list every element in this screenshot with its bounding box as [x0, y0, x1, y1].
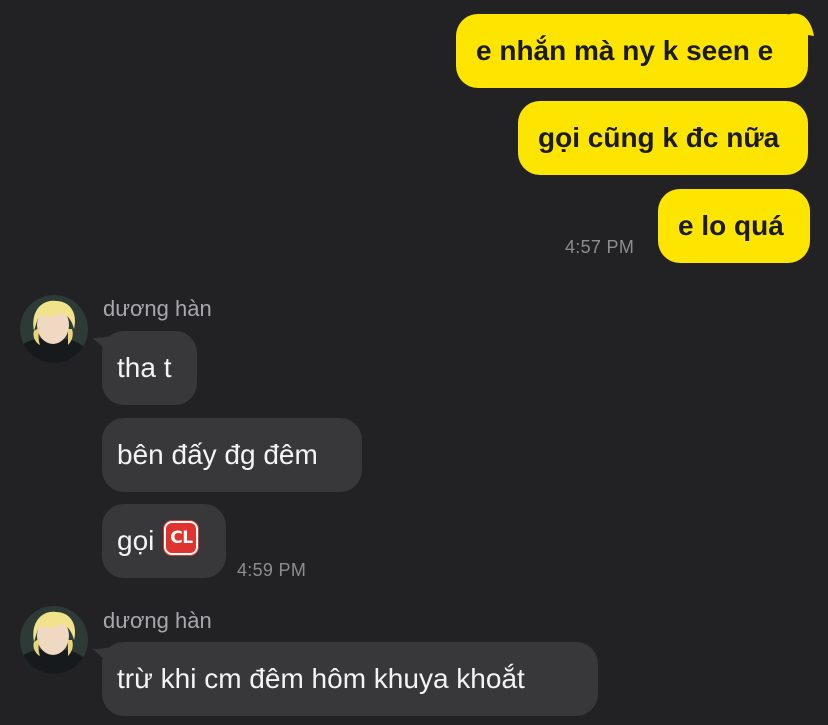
message-text: gọi cũng k đc nữa [538, 122, 780, 153]
avatar-photo-icon[interactable] [20, 606, 88, 674]
incoming-message-bubble[interactable]: trừ khi cm đêm hôm khuya khoắt [102, 642, 598, 716]
outgoing-message-bubble[interactable]: gọi cũng k đc nữa [518, 101, 808, 175]
message-timestamp: 4:59 PM [237, 560, 307, 580]
incoming-message-bubble[interactable]: gọi CL [102, 504, 226, 578]
message-text: bên đấy đg đêm [117, 439, 318, 470]
sender-name: dương hàn [103, 296, 212, 321]
message-text: gọi [117, 525, 155, 556]
cl-button-icon: CL [164, 521, 199, 555]
message-text: e lo quá [678, 210, 784, 241]
avatar-photo-icon[interactable] [20, 295, 88, 363]
message-text: tha t [117, 352, 172, 383]
message-timestamp: 4:57 PM [565, 237, 635, 257]
incoming-message-bubble[interactable]: bên đấy đg đêm [102, 418, 362, 492]
outgoing-message-bubble[interactable]: e lo quá [658, 189, 810, 263]
message-text: e nhắn mà ny k seen e [476, 35, 774, 66]
incoming-message-bubble[interactable]: tha t [102, 331, 197, 405]
chat-screen: e nhắn mà ny k seen e gọi cũng k đc nữa … [0, 0, 828, 725]
sender-name: dương hàn [103, 608, 212, 633]
outgoing-message-bubble[interactable]: e nhắn mà ny k seen e [456, 14, 808, 88]
message-text: trừ khi cm đêm hôm khuya khoắt [117, 663, 525, 694]
